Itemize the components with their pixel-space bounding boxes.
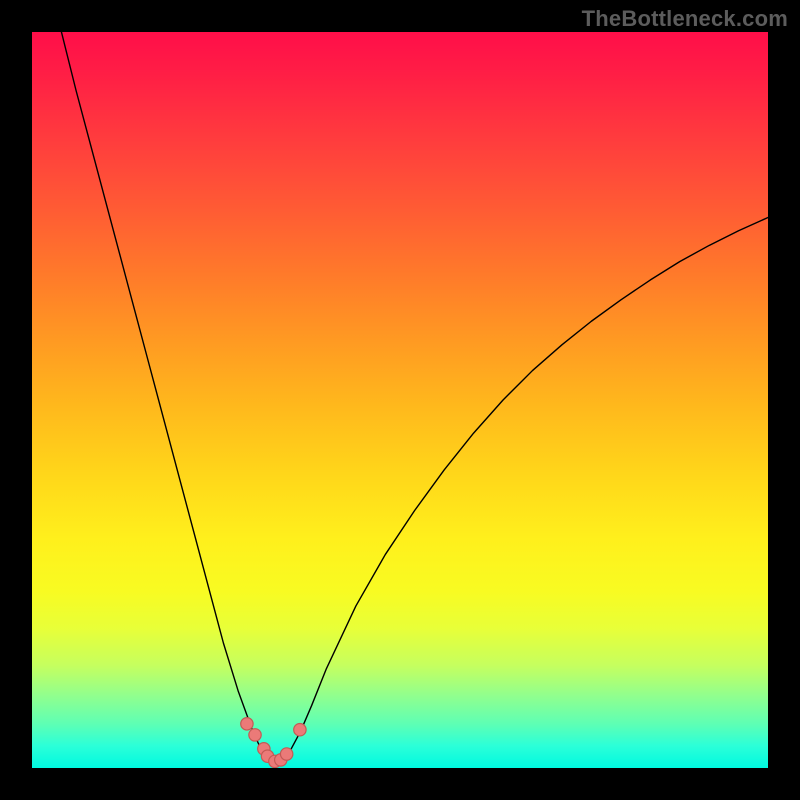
chart-plot-area — [32, 32, 768, 768]
data-points — [241, 718, 306, 768]
chart-overlay-svg — [32, 32, 768, 768]
chart-stage: TheBottleneck.com — [0, 0, 800, 800]
watermark-text: TheBottleneck.com — [582, 6, 788, 32]
data-point — [241, 718, 253, 730]
data-point — [280, 748, 292, 760]
data-point — [294, 724, 306, 736]
data-point — [249, 729, 261, 741]
bottleneck-curve — [61, 32, 768, 764]
